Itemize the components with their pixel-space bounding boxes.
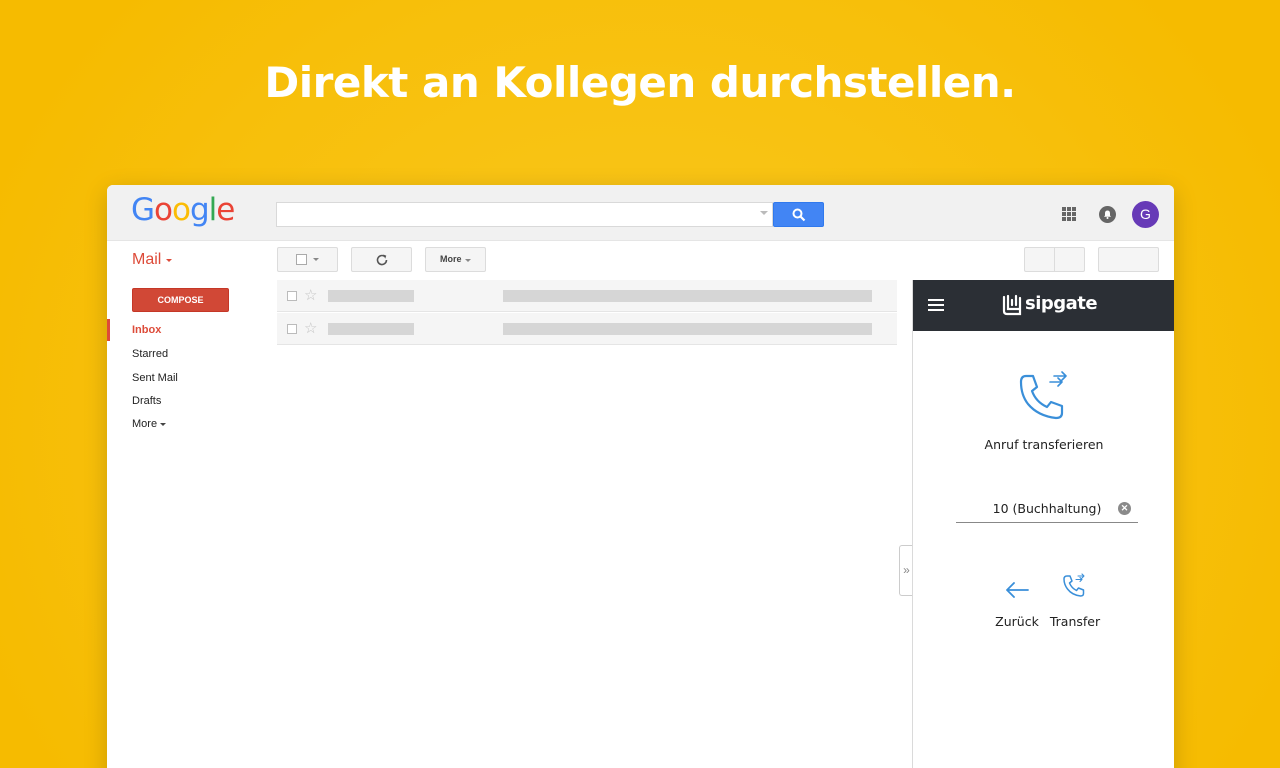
refresh-icon <box>376 254 388 266</box>
sidebar-item-drafts[interactable]: Drafts <box>132 395 161 407</box>
list-item[interactable]: ☆ <box>277 313 897 345</box>
checkbox-icon <box>296 254 307 265</box>
collapse-panel-handle[interactable]: » <box>899 545 913 596</box>
apps-grid-icon[interactable] <box>1062 207 1076 221</box>
sipgate-brand: sipgate <box>1025 293 1098 314</box>
back-label: Zurück <box>995 614 1039 629</box>
logo-letter: e <box>216 192 235 228</box>
clear-icon[interactable]: ✕ <box>1118 502 1131 515</box>
sender-placeholder <box>328 323 414 335</box>
transfer-button[interactable]: Transfer <box>1047 570 1103 630</box>
back-button[interactable]: Zurück <box>995 570 1039 630</box>
menu-icon[interactable] <box>928 299 944 311</box>
checkbox-icon[interactable] <box>287 291 297 301</box>
sipgate-header: sipgate <box>913 280 1174 331</box>
search-input[interactable] <box>276 202 773 227</box>
search-button[interactable] <box>773 202 824 227</box>
compose-button[interactable]: COMPOSE <box>132 288 229 312</box>
sender-placeholder <box>328 290 414 302</box>
subject-placeholder <box>503 323 872 335</box>
refresh-button[interactable] <box>351 247 412 272</box>
transfer-target-field[interactable]: 10 (Buchhaltung) ✕ <box>956 499 1138 523</box>
list-item[interactable]: ☆ <box>277 280 897 312</box>
transfer-title: Anruf transferieren <box>984 437 1104 452</box>
transfer-target-value[interactable]: 10 (Buchhaltung) <box>956 501 1138 516</box>
chevron-down-icon <box>465 259 471 262</box>
sipgate-logo-icon <box>1002 294 1022 316</box>
chevron-down-icon <box>313 258 319 261</box>
mail-label[interactable]: Mail <box>132 251 161 269</box>
star-icon[interactable]: ☆ <box>304 319 317 337</box>
search-icon <box>792 208 806 222</box>
active-nav-indicator <box>107 319 110 341</box>
logo-letter: l <box>208 192 218 228</box>
sidebar-item-more[interactable]: More <box>132 418 157 430</box>
avatar[interactable]: G <box>1132 201 1159 228</box>
logo-letter: g <box>189 192 210 228</box>
headline: Direkt an Kollegen durchstellen. <box>264 58 1016 107</box>
phone-transfer-icon <box>1063 573 1085 597</box>
subject-placeholder <box>503 290 872 302</box>
transfer-label: Transfer <box>1049 614 1101 629</box>
select-all-button[interactable] <box>277 247 338 272</box>
logo-letter: o <box>172 192 191 228</box>
sidebar-item-sent-mail[interactable]: Sent Mail <box>132 372 178 384</box>
logo-letter: G <box>131 192 155 228</box>
gmail-top-bar: Google G <box>107 185 1174 241</box>
search-options-caret-icon[interactable] <box>760 211 768 215</box>
arrow-left-icon <box>1006 582 1029 598</box>
pagination-button[interactable] <box>1024 247 1085 272</box>
star-icon[interactable]: ☆ <box>304 286 317 304</box>
checkbox-icon[interactable] <box>287 324 297 334</box>
chevron-down-icon <box>160 423 166 426</box>
sipgate-panel: sipgate Anruf transferieren 10 (Buchhalt… <box>912 280 1174 768</box>
more-actions-button[interactable]: More <box>425 247 486 272</box>
more-label: More <box>440 254 462 264</box>
settings-button[interactable] <box>1098 247 1159 272</box>
logo-letter: o <box>154 192 173 228</box>
browser-window: Google G Mail More COMPOSE Inbox Starred… <box>107 185 1174 768</box>
google-logo[interactable]: Google <box>131 192 235 228</box>
sidebar-item-inbox[interactable]: Inbox <box>132 324 161 336</box>
sidebar-item-starred[interactable]: Starred <box>132 348 168 360</box>
bell-icon[interactable] <box>1099 206 1116 223</box>
chevron-down-icon[interactable] <box>166 259 172 262</box>
phone-transfer-icon <box>1019 371 1067 420</box>
